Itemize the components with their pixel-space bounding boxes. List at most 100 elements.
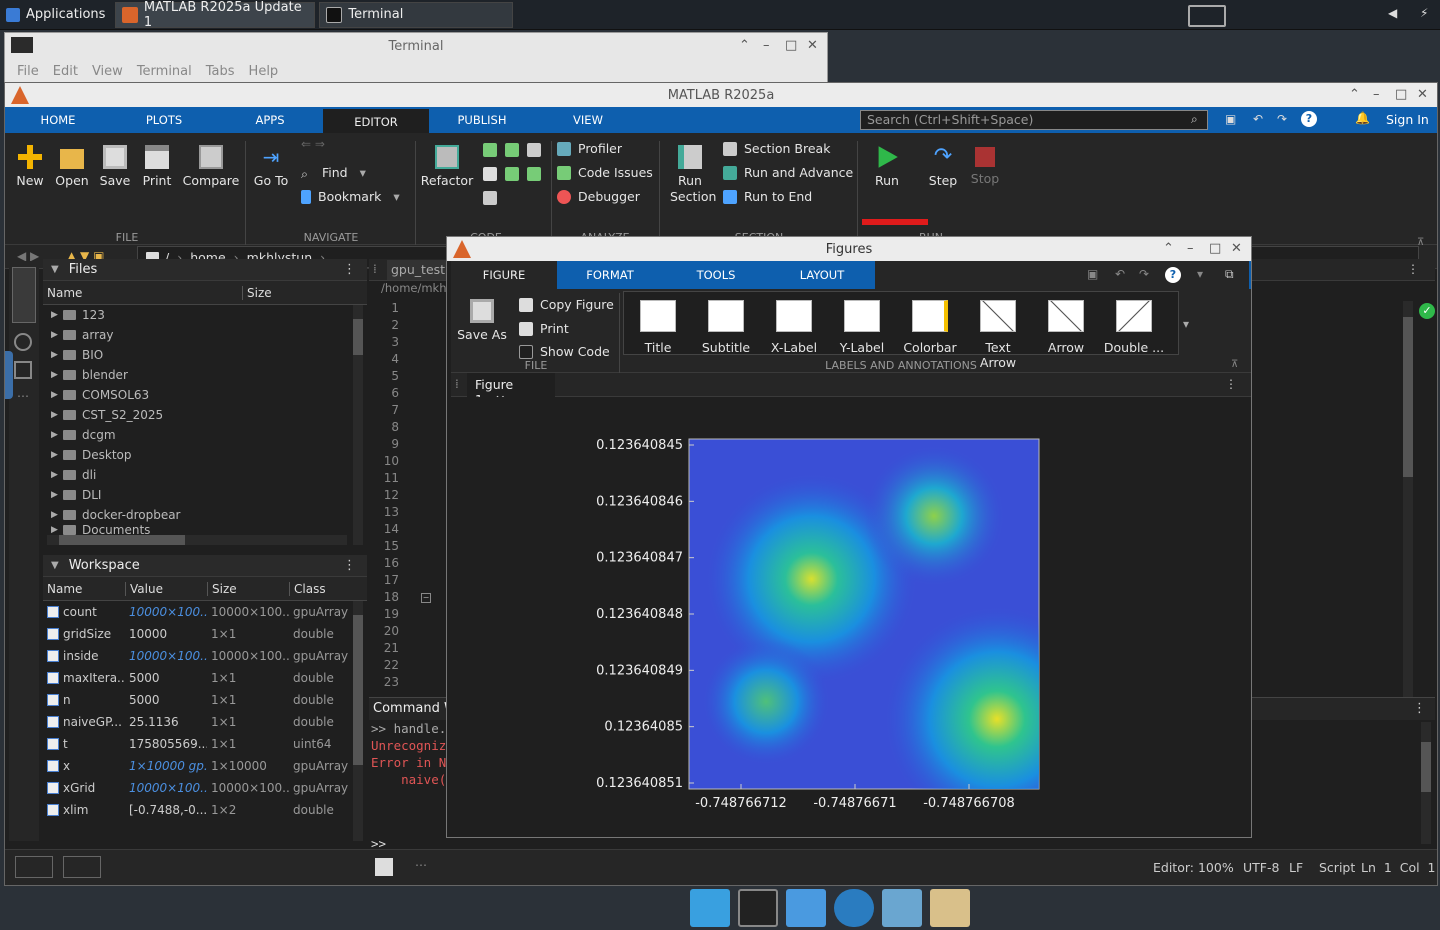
tab-apps[interactable]: APPS <box>217 107 323 133</box>
copy-figure-button[interactable]: Copy Figure <box>519 297 614 312</box>
refactor-button[interactable]: Refactor <box>419 145 475 188</box>
file-manager-icon[interactable] <box>786 889 826 927</box>
workspace-row[interactable]: x 1×10000 gp... 1×10000 gpuArray <box>43 755 367 777</box>
save-quick-icon[interactable]: ▣ <box>1087 267 1098 281</box>
more-icon[interactable]: ⋯ <box>415 858 427 872</box>
col-name[interactable]: Name <box>43 285 243 300</box>
run-section-button[interactable]: Run Section <box>665 145 716 205</box>
gallery-colorbar[interactable]: Colorbar <box>898 300 962 355</box>
workspace-row[interactable]: maxItera... 5000 1×1 double <box>43 667 367 689</box>
back-icon[interactable]: ⇐ ⇒ <box>301 137 325 151</box>
expand-icon[interactable]: ▶ <box>43 450 63 460</box>
editor-doc-icon[interactable] <box>375 858 393 876</box>
panel-menu-icon[interactable]: ⋮ <box>1413 701 1426 716</box>
step-button[interactable]: ↷ Step <box>923 145 963 189</box>
expand-icon[interactable]: ▶ <box>43 510 63 520</box>
debugger-button[interactable]: Debugger <box>557 189 640 204</box>
fractal-heatmap-plot[interactable]: 0.123640845 0.123640846 0.123640847 0.12364… <box>451 397 1247 833</box>
browser-icon[interactable] <box>834 889 874 927</box>
file-row[interactable]: ▶ docker-dropbear <box>43 505 367 525</box>
expand-icon[interactable]: ▶ <box>43 370 63 380</box>
task-terminal[interactable]: Terminal <box>319 1 514 28</box>
file-row[interactable]: ▶ dcgm <box>43 425 367 445</box>
command-scrollbar[interactable] <box>1421 722 1431 844</box>
desktop-icon[interactable] <box>690 889 730 927</box>
profiler-button[interactable]: Profiler <box>557 141 622 156</box>
expand-icon[interactable]: ▶ <box>43 490 63 500</box>
search-input[interactable]: Search (Ctrl+Shift+Space) <box>860 110 1208 130</box>
file-row[interactable]: ▶ CST_S2_2025 <box>43 405 367 425</box>
redo-icon[interactable]: ↷ <box>1277 112 1287 126</box>
decrease-indent-icon[interactable] <box>527 167 541 181</box>
col-size[interactable]: Size <box>243 286 343 300</box>
file-row[interactable]: ▶ 123 <box>43 305 367 325</box>
print-button[interactable]: Print <box>519 321 569 336</box>
maximize-icon[interactable]: □ <box>1395 87 1407 102</box>
file-row[interactable]: ▶ Desktop <box>43 445 367 465</box>
terminal-icon[interactable] <box>738 889 778 927</box>
bookmark-button[interactable]: Bookmark ▾ <box>301 189 400 204</box>
figure-1-tab[interactable]: Figure 1✕ <box>467 373 555 407</box>
file-browser-toggle[interactable] <box>12 267 36 323</box>
file-row[interactable]: ▶ Documents <box>43 525 367 535</box>
save-quick-icon[interactable]: ▣ <box>1225 112 1236 126</box>
undo-icon[interactable]: ↶ <box>1115 267 1125 281</box>
col-class[interactable]: Class <box>290 582 350 596</box>
power-icon[interactable]: ⚡ <box>1420 6 1428 20</box>
expand-icon[interactable]: ▶ <box>43 470 63 480</box>
tab-view[interactable]: VIEW <box>535 107 641 133</box>
file-row[interactable]: ▶ array <box>43 325 367 345</box>
volume-icon[interactable]: ◀ <box>1388 6 1397 20</box>
save-button[interactable]: Save <box>97 145 133 188</box>
minimize-icon[interactable]: – <box>1373 87 1380 102</box>
expand-icon[interactable]: ▶ <box>43 525 63 535</box>
menu-view[interactable]: View <box>92 64 123 79</box>
menu-help[interactable]: Help <box>249 64 279 79</box>
expand-icon[interactable]: ▶ <box>43 410 63 420</box>
workspace-switcher[interactable] <box>1188 5 1226 27</box>
tab-editor[interactable]: EDITOR <box>323 107 429 133</box>
files-scrollbar[interactable] <box>353 305 363 545</box>
workspace-row[interactable]: xGrid 10000×100... 10000×100... gpuArray <box>43 777 367 799</box>
minimize-icon[interactable]: – <box>1187 241 1194 256</box>
file-row[interactable]: ▶ DLI <box>43 485 367 505</box>
run-button[interactable]: Run <box>867 145 907 188</box>
gallery-title[interactable]: Title <box>626 300 690 355</box>
undock-icon[interactable]: ⧉ <box>1225 267 1234 282</box>
tab-home[interactable]: HOME <box>5 107 111 133</box>
addons-icon[interactable] <box>14 361 32 379</box>
expand-handle[interactable] <box>5 351 13 399</box>
minimize-up-icon[interactable]: ⌃ <box>1163 241 1174 256</box>
editor-file-tab[interactable]: gpu_test. <box>387 260 454 280</box>
applications-menu[interactable]: Applications <box>0 2 111 28</box>
code-fold-icon[interactable]: − <box>421 593 431 603</box>
new-button[interactable]: New <box>13 145 47 188</box>
menu-edit[interactable]: Edit <box>53 64 78 79</box>
file-row[interactable]: ▶ dli <box>43 465 367 485</box>
notifications-icon[interactable]: 🔔 <box>1355 111 1370 125</box>
tab-figure[interactable]: FIGURE <box>451 261 557 289</box>
layout-button[interactable] <box>15 856 53 878</box>
redo-icon[interactable]: ↷ <box>1139 267 1149 281</box>
smart-indent-icon[interactable] <box>483 167 497 181</box>
gallery-xlabel[interactable]: X-Label <box>762 300 826 355</box>
help-icon[interactable]: ? <box>1165 267 1181 283</box>
expand-icon[interactable]: ▶ <box>43 350 63 360</box>
comment-icon[interactable] <box>505 143 519 157</box>
save-as-button[interactable]: Save As <box>457 299 507 342</box>
help-icon[interactable]: ? <box>1301 111 1317 127</box>
find-button[interactable]: ⌕ Find ▾ <box>301 165 366 181</box>
maximize-icon[interactable]: □ <box>785 38 797 53</box>
gallery-double-arrow[interactable]: Double ... <box>1102 300 1166 355</box>
tab-format[interactable]: FORMAT <box>557 261 663 289</box>
close-icon[interactable]: ✕ <box>1417 87 1428 102</box>
maximize-icon[interactable]: □ <box>1209 241 1221 256</box>
folder-icon[interactable] <box>930 889 970 927</box>
file-row[interactable]: ▶ blender <box>43 365 367 385</box>
print-button[interactable]: Print <box>139 145 175 188</box>
sign-in-link[interactable]: Sign In <box>1386 112 1429 127</box>
drag-handle-icon[interactable]: ⁞ <box>373 262 377 276</box>
workspace-row[interactable]: n 5000 1×1 double <box>43 689 367 711</box>
workspace-scrollbar[interactable] <box>353 601 363 841</box>
goto-button[interactable]: ⇥ Go To <box>251 145 291 188</box>
